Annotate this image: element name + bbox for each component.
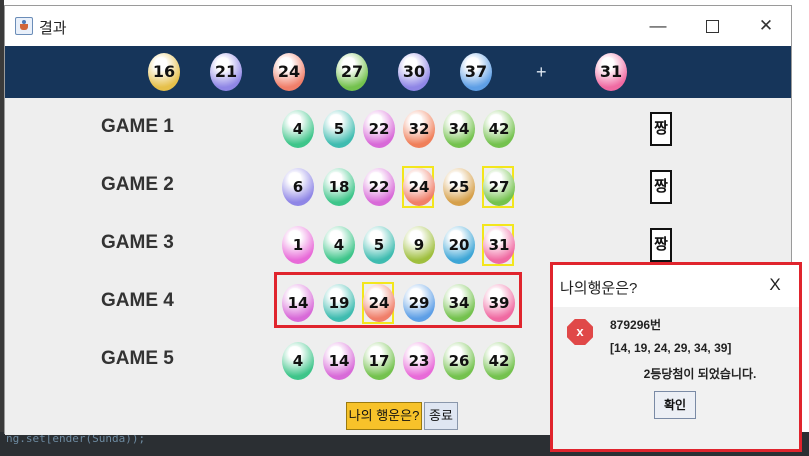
game-ball-number: 4 — [292, 120, 304, 138]
winning-ball: 30 — [398, 53, 430, 91]
game-ball: 31 — [483, 226, 515, 264]
winning-ball-number: 21 — [214, 62, 238, 81]
game-ball: 32 — [403, 110, 435, 148]
game-ball: 23 — [403, 342, 435, 380]
game-ball: 4 — [282, 110, 314, 148]
exit-button[interactable]: 종료 — [424, 402, 458, 430]
game-ball: 5 — [363, 226, 395, 264]
winning-ball: 21 — [210, 53, 242, 91]
game-label: GAME 3 — [101, 232, 174, 253]
game-ball-number: 39 — [488, 294, 510, 312]
game-ball: 34 — [443, 110, 475, 148]
my-luck-button[interactable]: 나의 행운은? — [346, 402, 422, 430]
game-ball-number: 17 — [368, 352, 390, 370]
game-ball: 4 — [282, 342, 314, 380]
window-title: 결과 — [39, 20, 67, 37]
game-ball-number: 23 — [408, 352, 430, 370]
dialog-title-bar[interactable]: 나의행운은? X — [553, 265, 799, 307]
game-ball-number: 4 — [292, 352, 304, 370]
winning-ball-number: 24 — [277, 62, 301, 81]
game-ball: 4 — [323, 226, 355, 264]
game-ball-number: 25 — [448, 178, 470, 196]
game-ball-number: 24 — [368, 294, 390, 312]
game-ball-number: 20 — [448, 236, 470, 254]
game-ball-number: 18 — [328, 178, 350, 196]
maximize-button[interactable] — [695, 13, 729, 39]
dialog-ok-button[interactable]: 확인 — [654, 391, 696, 419]
game-ball-number: 5 — [333, 120, 345, 138]
dialog-close-button[interactable]: X — [765, 275, 785, 295]
game-ball-number: 22 — [368, 178, 390, 196]
game-ball-number: 22 — [368, 120, 390, 138]
game-ball-number: 5 — [373, 236, 385, 254]
game-ball-number: 42 — [488, 352, 510, 370]
winning-ball-number: 30 — [402, 62, 426, 81]
game-ball: 17 — [363, 342, 395, 380]
game-ball: 5 — [323, 110, 355, 148]
game-ball-number: 31 — [488, 236, 510, 254]
game-ball: 9 — [403, 226, 435, 264]
game-label: GAME 5 — [101, 348, 174, 369]
game-ball: 14 — [323, 342, 355, 380]
game-label: GAME 2 — [101, 174, 174, 195]
game-ball-number: 29 — [408, 294, 430, 312]
dialog-numbers: [14, 19, 24, 29, 34, 39] — [610, 341, 732, 355]
title-bar[interactable]: 결과 — ✕ — [5, 6, 791, 46]
game-ball: 25 — [443, 168, 475, 206]
game-label: GAME 4 — [101, 290, 174, 311]
game-ball-number: 1 — [292, 236, 304, 254]
game-ball: 42 — [483, 342, 515, 380]
winning-ball-number: 37 — [464, 62, 488, 81]
game-ball-number: 14 — [328, 352, 350, 370]
game-ball: 6 — [282, 168, 314, 206]
bonus-ball-number: 31 — [599, 62, 623, 81]
game-ball-number: 9 — [413, 236, 425, 254]
game-ball-number: 26 — [448, 352, 470, 370]
winning-ball: 16 — [148, 53, 180, 91]
luck-dialog: 나의행운은? X x 879296번 [14, 19, 24, 29, 34, … — [550, 262, 802, 452]
game-ball: 42 — [483, 110, 515, 148]
winning-ball-number: 16 — [152, 62, 176, 81]
game-ball: 20 — [443, 226, 475, 264]
bonus-ball: 31 — [595, 53, 627, 91]
game-mark-badge: 짱 — [650, 228, 672, 262]
game-mark-badge: 짱 — [650, 112, 672, 146]
game-ball-number: 6 — [292, 178, 304, 196]
game-ball: 27 — [483, 168, 515, 206]
dialog-result-message: 2등당첨이 되었습니다. — [643, 367, 757, 381]
game-ball-number: 24 — [408, 178, 430, 196]
game-ball-number: 19 — [328, 294, 350, 312]
bonus-plus-sign: + — [536, 62, 547, 82]
dialog-ticket-number: 879296번 — [610, 318, 662, 332]
game-ball-number: 4 — [333, 236, 345, 254]
winning-ball-number: 27 — [340, 62, 364, 81]
game-ball-number: 14 — [287, 294, 309, 312]
maximize-icon — [705, 20, 719, 34]
game-label: GAME 1 — [101, 116, 174, 137]
game-ball: 1 — [282, 226, 314, 264]
game-ball-number: 34 — [448, 120, 470, 138]
game-ball: 24 — [403, 168, 435, 206]
game-ball-number: 34 — [448, 294, 470, 312]
winning-ball: 24 — [273, 53, 305, 91]
dialog-title: 나의행운은? — [560, 280, 638, 297]
game-4-annotation-box — [274, 272, 522, 328]
close-button[interactable]: ✕ — [749, 13, 783, 39]
game-ball: 22 — [363, 168, 395, 206]
error-icon: x — [567, 319, 593, 345]
game-ball: 26 — [443, 342, 475, 380]
winning-ball: 37 — [460, 53, 492, 91]
game-mark-badge: 짱 — [650, 170, 672, 204]
game-ball-number: 27 — [488, 178, 510, 196]
minimize-button[interactable]: — — [641, 13, 675, 39]
game-ball: 22 — [363, 110, 395, 148]
game-ball-number: 42 — [488, 120, 510, 138]
game-ball: 18 — [323, 168, 355, 206]
game-ball-number: 32 — [408, 120, 430, 138]
java-app-icon — [15, 17, 33, 35]
winning-ball: 27 — [336, 53, 368, 91]
screen: ng.set[ender(Sunda)); 결과 — ✕ 16 21 24 27 30 3… — [0, 0, 809, 456]
